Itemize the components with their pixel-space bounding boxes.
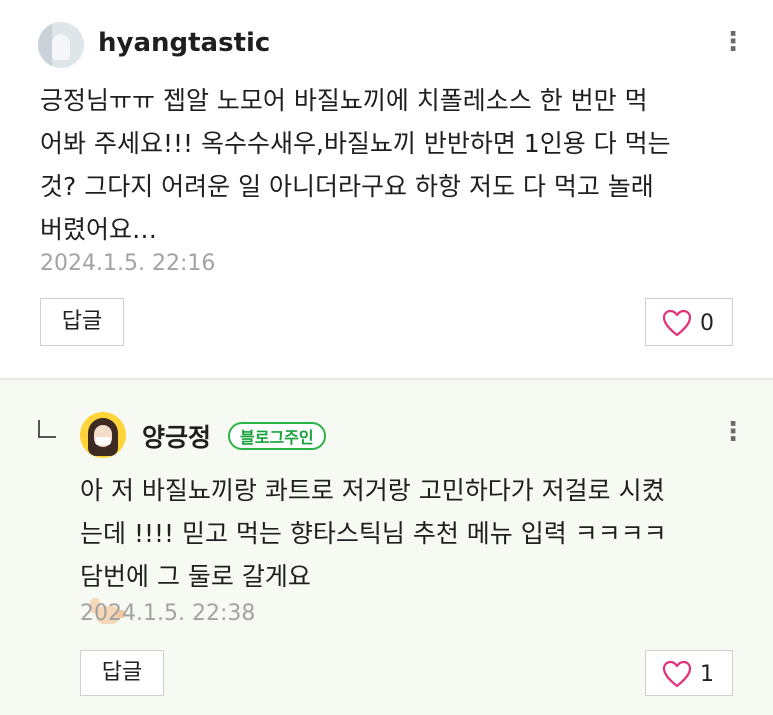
comment-timestamp: 2024.1.5. 22:16 — [40, 251, 216, 276]
comment-line: 아 저 바질뇨끼랑 콰트로 저거랑 고민하다가 저걸로 시켰 — [80, 476, 665, 505]
like-count: 0 — [700, 310, 714, 336]
avatar[interactable] — [80, 412, 126, 458]
blog-owner-badge: 블로그주인 — [228, 422, 326, 450]
comment-line: 것? 그다지 어려운 일 아니더라구요 하항 저도 다 먹고 놀래 — [40, 172, 654, 201]
like-button[interactable]: 0 — [645, 298, 733, 346]
more-vertical-icon[interactable]: ⋮ — [720, 418, 746, 450]
comment-timestamp: 2024.1.5. 22:38 — [80, 601, 256, 626]
comment-username[interactable]: 양긍정 — [142, 418, 211, 454]
comment-text: 긍정님ㅠㅠ 젭알 노모어 바질뇨끼에 치폴레소스 한 번만 먹 어봐 주세요!!… — [40, 79, 740, 251]
comment-line: 긍정님ㅠㅠ 젭알 노모어 바질뇨끼에 치폴레소스 한 번만 먹 — [40, 86, 648, 115]
reply-arrow-icon — [38, 420, 56, 438]
heart-outline-icon — [662, 660, 692, 688]
reply-button[interactable]: 답글 — [80, 650, 164, 696]
more-vertical-icon[interactable]: ⋮ — [720, 28, 746, 60]
comment-line: 담번에 그 둘로 갈게요 — [80, 562, 311, 591]
avatar-mask — [95, 437, 111, 445]
like-button[interactable]: 1 — [645, 650, 733, 696]
heart-outline-icon — [662, 309, 692, 337]
comment-line: 어봐 주세요!!! 옥수수새우,바질뇨끼 반반하면 1인용 다 먹는 — [40, 129, 671, 158]
avatar[interactable] — [38, 22, 84, 68]
comment-username[interactable]: hyangtastic — [98, 28, 270, 58]
avatar-photo — [38, 22, 52, 68]
reply-button[interactable]: 답글 — [40, 298, 124, 346]
comment-item: hyangtastic ⋮ 긍정님ㅠㅠ 젭알 노모어 바질뇨끼에 치폴레소스 한… — [0, 0, 773, 378]
comment-line: 버렸어요… — [40, 215, 158, 244]
avatar-figure — [52, 34, 70, 60]
comment-line: 는데 !!!! 믿고 먹는 향타스틱님 추천 메뉴 입력 ㅋㅋㅋㅋ — [80, 519, 667, 548]
like-count: 1 — [700, 661, 714, 687]
